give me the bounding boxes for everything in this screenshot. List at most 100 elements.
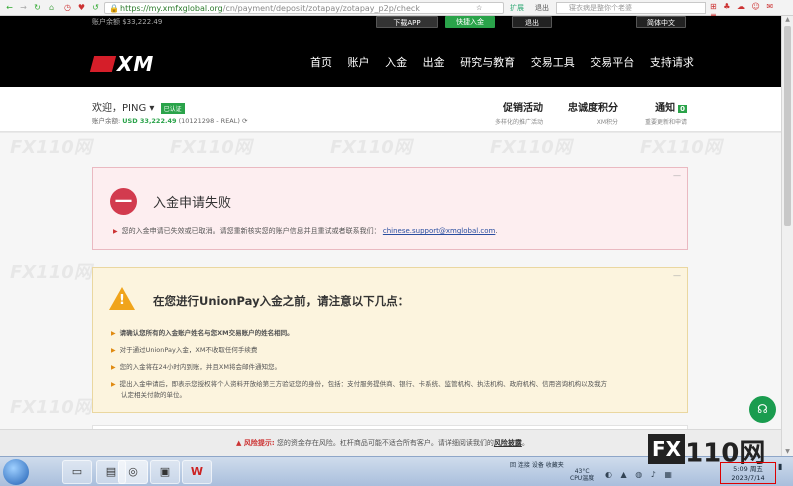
collapse-icon[interactable]: — (673, 271, 681, 280)
tray-icons[interactable]: ◐ ▲ ◍ ♪ ▦ (605, 470, 675, 479)
fx-logo-box: FX (648, 434, 686, 464)
watermark: FX110网 (490, 137, 572, 158)
risk-warning-text: ▲ 风险提示: 您的资金存在风险。杠杆商品可能不适合所有客户。请详细阅读我们的风… (236, 439, 529, 447)
welcome-text[interactable]: 欢迎，PING ▾ 已认证 (92, 99, 185, 114)
logout-tool-button[interactable]: 退出 (535, 2, 549, 14)
start-button[interactable] (3, 459, 29, 485)
explorer-icon[interactable]: ▭ (62, 460, 92, 484)
watermark: FX110网 (330, 137, 412, 158)
lock-icon: 🔒 (109, 4, 119, 13)
nav-home[interactable]: 首页 (310, 54, 332, 72)
promotions-link[interactable]: 促销活动 多样化的推广活动 (486, 99, 543, 126)
loyalty-title: 忠诚度积分 (568, 103, 618, 114)
account-balance: 账户余额: USD 33,222.49 (10121298 - REAL) ⟳ (92, 115, 247, 125)
watermark: FX110网 (10, 262, 92, 283)
support-email-link[interactable]: chinese.support@xmglobal.com (383, 227, 496, 235)
search-input[interactable]: 寝衣病是整你个老婆 (556, 2, 706, 14)
chat-headset-icon: ☊ (757, 402, 768, 416)
live-chat-button[interactable]: ☊ (749, 396, 776, 423)
clock-time: 5:09 周五 (733, 465, 763, 473)
notifications-title: 通知 (655, 103, 676, 114)
browser-toolbar: ← → ↻ ⌂ ◷ ♥ ↺ 🔒 https://my.xmfxglobal.or… (0, 0, 793, 20)
refresh-icon[interactable]: ↻ (32, 2, 43, 13)
error-icon: — (110, 188, 137, 215)
browser-app-icon[interactable]: ◎ (118, 460, 148, 484)
collapse-icon[interactable]: — (673, 171, 681, 180)
logout-button[interactable]: 退出 (512, 16, 552, 28)
quick-deposit-button[interactable]: 快捷入金 (445, 16, 495, 28)
deposit-error-panel: — — 入金申请失败 ▶ 您的入金申请已失效或已取消。请您重新核实您的账户信息并且… (92, 167, 688, 250)
xm-logo[interactable]: XM (89, 52, 155, 76)
loyalty-link[interactable]: 忠诚度积分 XM积分 (560, 99, 618, 126)
nav-withdraw[interactable]: 出金 (423, 54, 445, 72)
page-scrollbar[interactable]: ▲ ▼ (781, 16, 793, 456)
site-header: 账户余额 $33,222.49 下载APP 快捷入金 退出 简体中文 XM 首页… (0, 16, 781, 87)
main-content: FX110网 FX110网 FX110网 FX110网 FX110网 FX110… (0, 133, 781, 431)
watermark: FX110网 (10, 397, 92, 418)
nav-platforms[interactable]: 交易平台 (590, 54, 634, 72)
nav-deposit[interactable]: 入金 (385, 54, 407, 72)
logo-text: XM (117, 52, 155, 76)
language-select[interactable]: 简体中文 (636, 16, 686, 28)
clock-date: 2023/7/14 (731, 474, 765, 482)
notice-item-continued: 认定相关付款的单位。 (121, 391, 186, 399)
favorite-icon[interactable]: ♥ (76, 2, 87, 13)
notification-count-badge: 0 (678, 105, 687, 113)
star-icon[interactable]: ☆ (476, 2, 482, 14)
extension-button[interactable]: 扩展 (510, 2, 524, 14)
download-app-button[interactable]: 下载APP (376, 16, 438, 28)
app-icon[interactable]: ▣ (150, 460, 180, 484)
nav-accounts[interactable]: 账户 (348, 54, 370, 72)
verified-badge: 已认证 (160, 102, 185, 114)
show-desktop-button[interactable]: ▮ (778, 462, 788, 482)
warning-triangle-icon: ▲ (236, 439, 242, 447)
header-balance: 账户余额 $33,222.49 (92, 18, 163, 26)
xm-logo-mark-icon (89, 56, 117, 72)
forward-icon[interactable]: → (18, 2, 29, 13)
nav-research[interactable]: 研究与教育 (460, 54, 515, 72)
main-navigation: 首页 账户 入金 出金 研究与教育 交易工具 交易平台 支持请求 (310, 54, 707, 72)
account-info: (10121298 - REAL) (178, 117, 240, 125)
bullet-triangle-icon: ▶ (113, 228, 118, 235)
balance-value: USD 33,222.49 (122, 117, 177, 125)
watermark: FX110网 (10, 137, 92, 158)
scroll-down-icon[interactable]: ▼ (783, 448, 792, 456)
notifications-subtitle: 重要更新和申请 (644, 119, 687, 126)
error-title: 入金申请失败 (153, 196, 232, 211)
notice-item: ▶ 对于通过UnionPay入金，XM不收取任何手续费 (111, 346, 258, 354)
caret-down-icon: ▾ (149, 103, 155, 114)
scroll-up-icon[interactable]: ▲ (783, 16, 792, 24)
tray-text[interactable]: 回 连接 设备 收藏夹 (510, 460, 564, 469)
home-icon[interactable]: ⌂ (46, 2, 57, 13)
scrollbar-thumb[interactable] (784, 26, 791, 226)
undo-icon[interactable]: ↺ (90, 2, 101, 13)
balance-label: 账户余额: (92, 117, 121, 125)
loyalty-subtitle: XM积分 (596, 119, 618, 126)
unionpay-notice-panel: — ! 在您进行UnionPay入金之前，请注意以下几点： ▶ 请确认您所有的入金… (92, 267, 688, 413)
watermark: FX110网 (640, 137, 722, 158)
cpu-temperature: 43°C CPU温度 (570, 468, 595, 482)
nav-support[interactable]: 支持请求 (650, 54, 694, 72)
nav-tools[interactable]: 交易工具 (531, 54, 575, 72)
notice-title: 在您进行UnionPay入金之前，请注意以下几点： (153, 294, 410, 308)
notice-item: ▶ 提出入金申请后，即表示您授权将个人资料开放给第三方验证您的身份，包括：支付服务… (111, 380, 608, 388)
back-icon[interactable]: ← (4, 2, 15, 13)
risk-disclosure-link[interactable]: 风险披露 (494, 439, 522, 447)
history-icon[interactable]: ◷ (62, 2, 73, 13)
notice-item: ▶ 您的入金将在24小时内到账，并且XM将会邮件通知您。 (111, 363, 281, 371)
wps-icon[interactable]: W (182, 460, 212, 484)
error-message: ▶ 您的入金申请已失效或已取消。请您重新核实您的账户信息并且重试或者联系我们： c… (113, 227, 498, 235)
promotions-subtitle: 多样化的推广活动 (494, 119, 543, 126)
notice-item: ▶ 请确认您所有的入金账户姓名与您XM交易账户的姓名相同。 (111, 329, 294, 337)
welcome-name: 欢迎，PING (92, 103, 147, 114)
watermark: FX110网 (170, 137, 252, 158)
warning-icon: ! (109, 287, 135, 310)
promotions-title: 促销活动 (503, 103, 543, 114)
browser-extension-icons[interactable]: ⊞ ♣ ☁ ☺ ✉ ≡ (710, 2, 780, 20)
risk-label: 风险提示: (243, 439, 275, 447)
notifications-link[interactable]: 通知 0 重要更新和申请 (634, 99, 687, 126)
address-bar[interactable]: 🔒 https://my.xmfxglobal.org/cn/payment/d… (104, 2, 504, 14)
refresh-balance-icon[interactable]: ⟳ (242, 117, 247, 125)
system-clock[interactable]: 5:09 周五 2023/7/14 (720, 462, 776, 484)
user-bar: 欢迎，PING ▾ 已认证 账户余额: USD 33,222.49 (10121… (0, 87, 781, 132)
